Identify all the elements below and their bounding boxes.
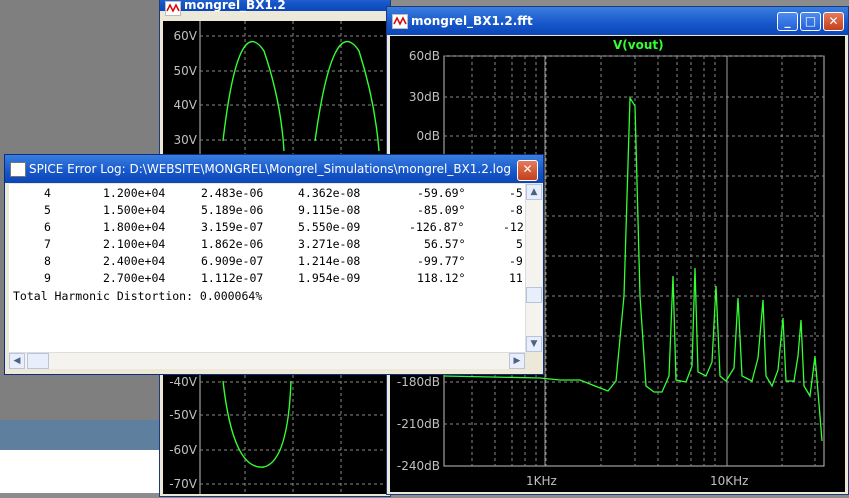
fft-title: mongrel_BX1.2.fft <box>411 14 533 28</box>
normalized-component: 5.550e-09 <box>298 220 361 234</box>
normalized-phase: -12 <box>503 220 524 234</box>
harmonic-number: 5 <box>44 203 51 217</box>
waveform-app-icon <box>165 1 181 16</box>
log-row: 7 2.100e+04 1.862e-06 3.271e-08 56.57° 5 <box>9 237 523 254</box>
normalized-phase: -9 <box>509 254 523 268</box>
log-row: 5 1.500e+04 5.189e-06 9.115e-08 -85.09° … <box>9 203 523 220</box>
fourier-component: 2.483e-06 <box>201 186 264 200</box>
waveform-title-bar[interactable]: mongrel_BX1.2 <box>160 0 390 16</box>
phase: -99.77° <box>417 254 466 268</box>
close-button[interactable]: ✕ <box>517 160 538 181</box>
maximize-button[interactable]: □ <box>800 12 821 31</box>
log-text-area[interactable]: 4 1.200e+04 2.483e-06 4.362e-08 -59.69° … <box>9 184 525 352</box>
fourier-component: 1.862e-06 <box>201 237 264 251</box>
fft-ytick: 0dB <box>416 129 440 143</box>
waveform-title: mongrel_BX1.2 <box>184 0 286 12</box>
normalized-phase: 11 <box>509 271 523 285</box>
log-row: 9 2.700e+04 1.112e-07 1.954e-09 118.12° … <box>9 271 523 288</box>
fft-title-bar[interactable]: mongrel_BX1.2.fft _ □ ✕ <box>387 7 848 35</box>
scroll-up-icon[interactable]: ▲ <box>526 184 542 200</box>
log-title: SPICE Error Log: D:\WEBSITE\MONGREL\Mong… <box>29 162 511 176</box>
log-title-bar[interactable]: SPICE Error Log: D:\WEBSITE\MONGREL\Mong… <box>5 155 543 183</box>
harmonic-number: 7 <box>44 237 51 251</box>
fourier-component: 6.909e-07 <box>201 254 264 268</box>
fourier-component: 5.189e-06 <box>201 203 264 217</box>
normalized-phase: -5 <box>509 186 523 200</box>
scroll-right-icon[interactable]: ▶ <box>509 353 525 369</box>
desktop-strip <box>0 420 160 450</box>
log-window-icon <box>10 162 26 177</box>
wave-ytick: 30V <box>173 133 197 147</box>
horizontal-scrollbar[interactable]: ◀ ▶ <box>9 352 525 369</box>
phase: -59.69° <box>417 186 466 200</box>
normalized-component: 4.362e-08 <box>298 186 361 200</box>
frequency: 2.100e+04 <box>103 237 166 251</box>
desktop-strip-lower <box>0 450 160 493</box>
fft-ytick: -210dB <box>396 417 440 431</box>
log-row: 6 1.800e+04 3.159e-07 5.550e-09 -126.87°… <box>9 220 524 237</box>
normalized-component: 3.271e-08 <box>298 237 361 251</box>
fft-app-icon <box>392 14 408 29</box>
thd-line: Total Harmonic Distortion: 0.000064% <box>13 289 263 303</box>
wave-ytick: -60V <box>169 443 197 457</box>
fft-ytick: -240dB <box>396 459 440 473</box>
frequency: 1.200e+04 <box>103 186 166 200</box>
normalized-phase: 5 <box>516 237 523 251</box>
harmonic-number: 8 <box>44 254 51 268</box>
wave-ytick: 50V <box>173 64 197 78</box>
fft-xtick: 10KHz <box>710 474 749 488</box>
harmonic-number: 9 <box>44 271 51 285</box>
wave-ytick: -40V <box>169 375 197 389</box>
spice-error-log-window[interactable]: SPICE Error Log: D:\WEBSITE\MONGREL\Mong… <box>4 154 544 375</box>
log-row: 8 2.400e+04 6.909e-07 1.214e-08 -99.77° … <box>9 254 523 271</box>
normalized-component: 9.115e-08 <box>298 203 361 217</box>
frequency: 2.400e+04 <box>103 254 166 268</box>
normalized-component: 1.214e-08 <box>298 254 361 268</box>
scroll-left-icon[interactable]: ◀ <box>9 353 25 369</box>
fft-trace-label: V(vout) <box>613 38 664 52</box>
scroll-thumb[interactable] <box>526 287 542 303</box>
frequency: 2.700e+04 <box>103 271 166 285</box>
harmonic-number: 4 <box>44 186 51 200</box>
minimize-button[interactable]: _ <box>777 12 798 31</box>
phase: 56.57° <box>424 237 466 251</box>
harmonic-number: 6 <box>44 220 51 234</box>
fft-ytick: -180dB <box>396 375 440 389</box>
wave-ytick: -70V <box>169 477 197 491</box>
frequency: 1.800e+04 <box>103 220 166 234</box>
normalized-component: 1.954e-09 <box>298 271 361 285</box>
phase: -85.09° <box>417 203 466 217</box>
wave-ytick: -50V <box>169 408 197 422</box>
phase: 118.12° <box>417 271 466 285</box>
close-button[interactable]: ✕ <box>823 12 844 31</box>
fourier-component: 3.159e-07 <box>201 220 264 234</box>
fft-ytick: 60dB <box>408 49 440 63</box>
normalized-phase: -8 <box>509 203 523 217</box>
fft-ytick: 30dB <box>408 90 440 104</box>
scroll-down-icon[interactable]: ▼ <box>526 336 542 352</box>
frequency: 1.500e+04 <box>103 203 166 217</box>
fourier-component: 1.112e-07 <box>201 271 264 285</box>
fft-xtick: 1KHz <box>526 474 557 488</box>
vertical-scrollbar[interactable]: ▲ ▼ <box>525 184 542 352</box>
log-row: 4 1.200e+04 2.483e-06 4.362e-08 -59.69° … <box>9 186 523 203</box>
hscroll-thumb[interactable] <box>27 353 49 369</box>
wave-ytick: 60V <box>173 29 197 43</box>
wave-ytick: 40V <box>173 98 197 112</box>
phase: -126.87° <box>409 220 465 234</box>
